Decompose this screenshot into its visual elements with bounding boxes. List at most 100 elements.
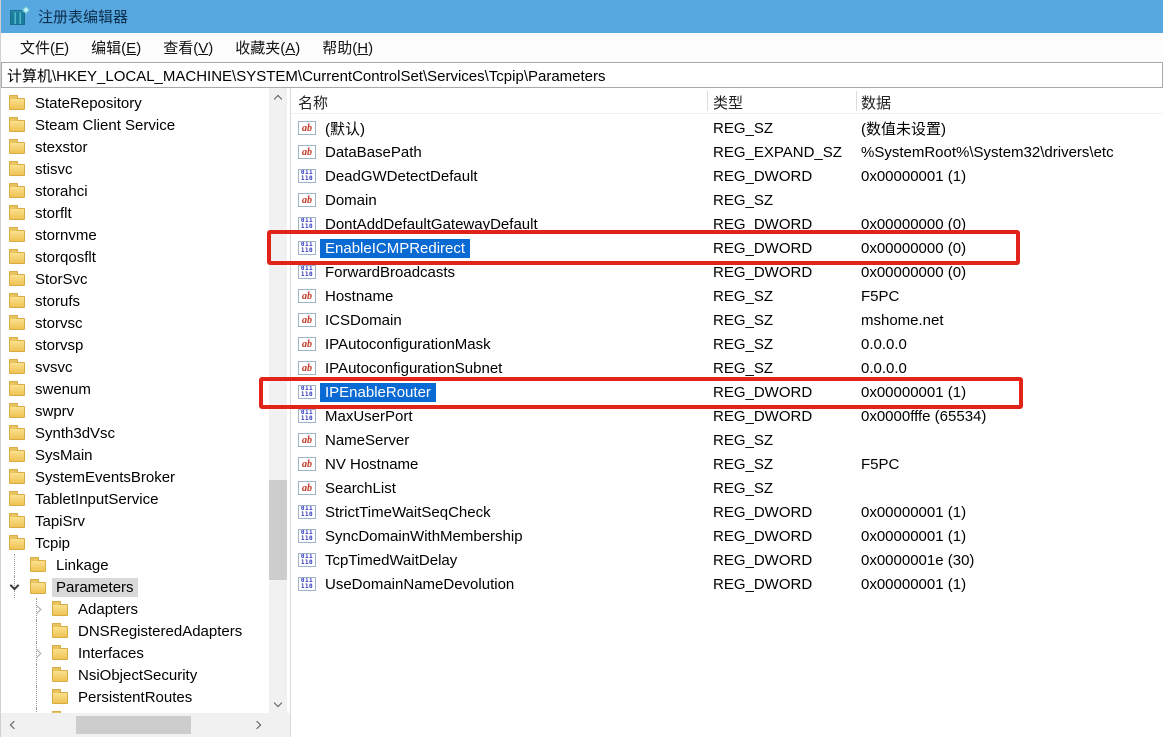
registry-value-row[interactable]: abHostnameREG_SZF5PC (291, 284, 1163, 308)
registry-value-row[interactable]: 011110ForwardBroadcastsREG_DWORD0x000000… (291, 260, 1163, 284)
tree-item[interactable]: swprv (1, 400, 269, 422)
scroll-down-button[interactable] (269, 695, 287, 713)
registry-value-row[interactable]: 011110IPEnableRouterREG_DWORD0x00000001 … (291, 380, 1163, 404)
dword-value-icon: 011110 (298, 409, 316, 423)
tree-item[interactable]: storvsp (1, 334, 269, 356)
tree-item[interactable]: Parameters (1, 576, 269, 598)
value-data: 0.0.0.0 (861, 336, 907, 353)
registry-value-row[interactable]: abICSDomainREG_SZmshome.net (291, 308, 1163, 332)
chevron-right-icon[interactable] (32, 604, 42, 614)
menu-item-h[interactable]: 帮助(H) (311, 33, 384, 62)
chevron-left-icon (9, 721, 17, 729)
registry-value-row[interactable]: 011110TcpTimedWaitDelayREG_DWORD0x000000… (291, 548, 1163, 572)
tree-item[interactable]: Linkage (1, 554, 269, 576)
tree-item[interactable]: storufs (1, 290, 269, 312)
scroll-left-button[interactable] (3, 713, 21, 737)
tree-item[interactable]: storqosflt (1, 246, 269, 268)
value-type: REG_DWORD (713, 576, 812, 593)
string-value-icon: ab (298, 289, 316, 303)
registry-value-row[interactable]: ab(默认)REG_SZ(数值未设置) (291, 116, 1163, 140)
string-value-icon: ab (298, 361, 316, 375)
tree-horizontal-scrollbar[interactable] (1, 713, 269, 737)
tree-item[interactable]: storflt (1, 202, 269, 224)
value-type: REG_SZ (713, 288, 773, 305)
value-name: EnableICMPRedirect (320, 239, 470, 258)
tree-vertical-scrollbar[interactable] (269, 88, 287, 713)
tree-item[interactable]: storvsc (1, 312, 269, 334)
value-name: DataBasePath (320, 143, 427, 162)
menu-item-e[interactable]: 编辑(E) (80, 33, 152, 62)
address-bar[interactable]: 计算机\HKEY_LOCAL_MACHINE\SYSTEM\CurrentCon… (1, 62, 1163, 88)
menu-item-a[interactable]: 收藏夹(A) (224, 33, 311, 62)
column-header-name[interactable]: 名称 (298, 92, 328, 113)
folder-icon (9, 274, 25, 286)
registry-value-row[interactable]: abNV HostnameREG_SZF5PC (291, 452, 1163, 476)
tree-item[interactable]: NsiObjectSecurity (1, 664, 269, 686)
tree-item[interactable]: Steam Client Service (1, 114, 269, 136)
tree-item[interactable]: Tcpip (1, 532, 269, 554)
value-type: REG_SZ (713, 456, 773, 473)
scroll-up-button[interactable] (269, 88, 287, 106)
tree-item[interactable]: Adapters (1, 598, 269, 620)
tree-item-label: Linkage (52, 556, 113, 575)
tree-item[interactable]: TabletInputService (1, 488, 269, 510)
value-data: F5PC (861, 456, 899, 473)
chevron-right-icon[interactable] (32, 648, 42, 658)
registry-value-row[interactable]: 011110EnableICMPRedirectREG_DWORD0x00000… (291, 236, 1163, 260)
tree-item-label: DNSRegisteredAdapters (74, 622, 246, 641)
tree-item[interactable]: SysMain (1, 444, 269, 466)
value-type: REG_SZ (713, 480, 773, 497)
value-data: 0x00000001 (1) (861, 576, 966, 593)
value-name: TcpTimedWaitDelay (320, 551, 462, 570)
registry-value-row[interactable]: abSearchListREG_SZ (291, 476, 1163, 500)
tree-item-label: PersistentRoutes (74, 688, 196, 707)
value-data: (数值未设置) (861, 118, 946, 139)
tree-item[interactable]: StorSvc (1, 268, 269, 290)
tree-item[interactable]: Interfaces (1, 642, 269, 664)
tree-expander-slot (31, 606, 52, 613)
registry-value-row[interactable]: abIPAutoconfigurationMaskREG_SZ0.0.0.0 (291, 332, 1163, 356)
registry-value-row[interactable]: abDataBasePathREG_EXPAND_SZ%SystemRoot%\… (291, 140, 1163, 164)
folder-icon (9, 208, 25, 220)
tree-item[interactable]: stexstor (1, 136, 269, 158)
registry-value-row[interactable]: abNameServerREG_SZ (291, 428, 1163, 452)
scroll-right-button[interactable] (249, 713, 267, 737)
registry-value-row[interactable]: 011110DontAddDefaultGatewayDefaultREG_DW… (291, 212, 1163, 236)
column-header-data[interactable]: 数据 (861, 92, 891, 113)
registry-value-row[interactable]: 011110DeadGWDetectDefaultREG_DWORD0x0000… (291, 164, 1163, 188)
value-data: 0x00000001 (1) (861, 504, 966, 521)
registry-value-row[interactable]: 011110UseDomainNameDevolutionREG_DWORD0x… (291, 572, 1163, 596)
menu-item-v[interactable]: 查看(V) (152, 33, 224, 62)
tree-item[interactable]: svsvc (1, 356, 269, 378)
value-type: REG_SZ (713, 360, 773, 377)
tree-item[interactable]: storahci (1, 180, 269, 202)
tree-item-label: SysMain (31, 446, 97, 465)
vertical-scroll-thumb[interactable] (269, 480, 287, 580)
tree-item[interactable]: stisvc (1, 158, 269, 180)
registry-value-row[interactable]: 011110StrictTimeWaitSeqCheckREG_DWORD0x0… (291, 500, 1163, 524)
folder-icon (52, 692, 68, 704)
tree-item[interactable]: stornvme (1, 224, 269, 246)
column-separator[interactable] (707, 91, 708, 111)
tree-item-label: Tcpip (31, 534, 74, 553)
dword-value-icon: 011110 (298, 241, 316, 255)
tree-item[interactable]: DNSRegisteredAdapters (1, 620, 269, 642)
tree-item[interactable]: swenum (1, 378, 269, 400)
horizontal-scroll-thumb[interactable] (76, 716, 191, 734)
column-header-type[interactable]: 类型 (713, 92, 743, 113)
tree-item[interactable]: SystemEventsBroker (1, 466, 269, 488)
registry-value-row[interactable]: abIPAutoconfigurationSubnetREG_SZ0.0.0.0 (291, 356, 1163, 380)
tree-item[interactable]: PersistentRoutes (1, 686, 269, 708)
tree-item[interactable]: StateRepository (1, 92, 269, 114)
dword-value-icon: 011110 (298, 553, 316, 567)
registry-value-row[interactable]: 011110MaxUserPortREG_DWORD0x0000fffe (65… (291, 404, 1163, 428)
folder-icon (9, 406, 25, 418)
column-separator[interactable] (856, 91, 857, 111)
menu-item-f[interactable]: 文件(F) (9, 33, 80, 62)
chevron-down-icon[interactable] (10, 581, 20, 591)
tree-item[interactable]: TapiSrv (1, 510, 269, 532)
registry-value-row[interactable]: abDomainREG_SZ (291, 188, 1163, 212)
value-name: IPEnableRouter (320, 383, 436, 402)
registry-value-row[interactable]: 011110SyncDomainWithMembershipREG_DWORD0… (291, 524, 1163, 548)
tree-item[interactable]: Synth3dVsc (1, 422, 269, 444)
